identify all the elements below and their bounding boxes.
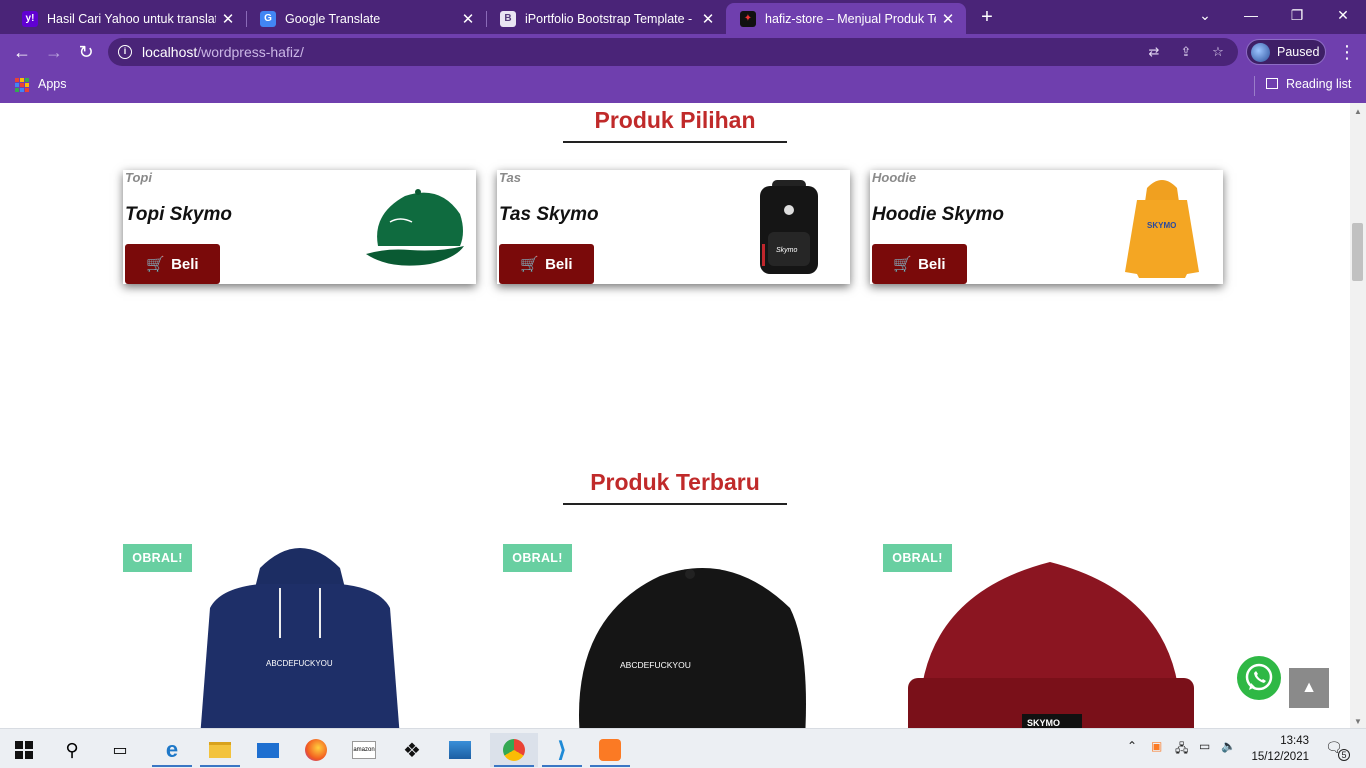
product-category[interactable]: Hoodie (872, 170, 916, 185)
bookmarks-bar: Apps Reading list (0, 70, 1366, 103)
cart-icon: 🛒 (893, 256, 913, 273)
whatsapp-icon[interactable] (1237, 656, 1281, 700)
profile-button[interactable]: Paused (1246, 39, 1326, 65)
cart-icon: 🛒 (520, 256, 540, 273)
address-bar[interactable]: i localhost/wordpress-hafiz/ ⇄ ⇪ ☆ (108, 38, 1238, 66)
section-title-latest: Produk Terbaru (590, 469, 760, 495)
battery-icon[interactable]: ▭ (1199, 739, 1210, 753)
svg-text:SKYMO: SKYMO (1027, 718, 1060, 728)
site-info-icon[interactable]: i (118, 45, 132, 59)
windows-taskbar: ⚲ ▭ e amazon ❖ ⟩ ⌃ ▣ 🖧 ▭ 🔈 13:43 15/12/2… (0, 728, 1366, 768)
product-card-tas: Tas Tas Skymo 🛒 Beli Skymo (497, 170, 850, 284)
tab-google-translate[interactable]: G Google Translate ✕ (246, 3, 487, 34)
close-tab-icon[interactable]: ✕ (696, 10, 720, 28)
cart-icon: 🛒 (146, 256, 166, 273)
notification-count-badge: 5 (1338, 749, 1350, 761)
amazon-icon[interactable]: amazon (340, 733, 388, 767)
menu-icon[interactable]: ⋮ (1338, 42, 1356, 62)
buy-button[interactable]: 🛒 Beli (125, 244, 220, 284)
tab-hafiz-store[interactable]: ✦ hafiz-store – Menjual Produk Terba ✕ (726, 3, 966, 34)
product-name[interactable]: Topi Skymo (125, 204, 232, 226)
reload-button[interactable]: ↻ (74, 40, 98, 64)
network-icon[interactable]: 🖧 (1175, 739, 1188, 760)
task-view-icon[interactable]: ▭ (96, 733, 144, 767)
sale-badge: OBRAL! (503, 544, 572, 572)
product-category[interactable]: Topi (125, 170, 152, 185)
xampp-tray-icon[interactable]: ▣ (1151, 739, 1162, 753)
reading-list-icon (1266, 78, 1278, 89)
edge-icon[interactable]: e (148, 733, 196, 767)
yahoo-icon: y! (22, 10, 38, 27)
buy-button[interactable]: 🛒 Beli (872, 244, 967, 284)
firefox-icon[interactable] (292, 733, 340, 767)
new-tab-button[interactable]: + (976, 6, 998, 28)
mail-icon[interactable] (244, 733, 292, 767)
avatar (1251, 43, 1270, 62)
scrollbar-thumb[interactable] (1352, 223, 1363, 281)
back-button[interactable]: ← (10, 40, 34, 64)
reading-list-button[interactable]: Reading list (1266, 77, 1351, 91)
title-underline (563, 503, 787, 505)
share-icon[interactable]: ⇪ (1178, 44, 1194, 60)
green-cap-image[interactable] (360, 174, 470, 280)
close-window-button[interactable]: ✕ (1320, 0, 1366, 32)
svg-text:Skymo: Skymo (776, 247, 798, 254)
search-icon[interactable]: ⚲ (48, 733, 96, 767)
apps-bookmark[interactable]: Apps (38, 77, 67, 91)
tab-strip: y! Hasil Cari Yahoo untuk translate ✕ G … (0, 0, 1366, 34)
page-scrollbar[interactable]: ▲ ▼ (1350, 103, 1366, 728)
volume-icon[interactable]: 🔈 (1221, 739, 1236, 753)
windows-start-icon[interactable] (0, 733, 48, 767)
apps-grid-icon[interactable] (15, 78, 29, 92)
black-backpack-image[interactable]: Skymo (734, 174, 844, 280)
google-translate-icon: G (260, 10, 276, 27)
section-title-featured: Produk Pilihan (594, 107, 756, 133)
system-clock[interactable]: 13:43 15/12/2021 (1249, 733, 1309, 765)
browser-toolbar: ← → ↻ i localhost/wordpress-hafiz/ ⇄ ⇪ ☆… (0, 34, 1366, 70)
close-tab-icon[interactable]: ✕ (216, 10, 240, 28)
close-tab-icon[interactable]: ✕ (936, 10, 960, 28)
buy-button[interactable]: 🛒 Beli (499, 244, 594, 284)
browser-chrome: y! Hasil Cari Yahoo untuk translate ✕ G … (0, 0, 1366, 103)
forward-button[interactable]: → (42, 40, 66, 64)
chevron-up-icon: ▲ (1301, 679, 1317, 696)
file-explorer-icon[interactable] (196, 733, 244, 767)
product-card-topi: Topi Topi Skymo 🛒 Beli (123, 170, 476, 284)
maximize-button[interactable]: ❐ (1274, 0, 1320, 32)
tab-search-chevron-icon[interactable]: ⌄ (1182, 0, 1228, 32)
bootstrap-icon: B (500, 10, 516, 27)
translate-icon[interactable]: ⇄ (1146, 44, 1162, 60)
scroll-up-icon[interactable]: ▲ (1354, 107, 1362, 116)
svg-text:SKYMO: SKYMO (1147, 221, 1176, 230)
xampp-icon[interactable] (586, 733, 634, 767)
product-category[interactable]: Tas (499, 170, 521, 185)
tab-iportfolio[interactable]: B iPortfolio Bootstrap Template - Ind ✕ (486, 3, 726, 34)
tab-yahoo[interactable]: y! Hasil Cari Yahoo untuk translate ✕ (8, 3, 247, 34)
orange-hoodie-image[interactable]: SKYMO (1107, 174, 1217, 280)
minimize-button[interactable]: — (1228, 0, 1274, 32)
close-tab-icon[interactable]: ✕ (456, 10, 480, 28)
store-icon: ✦ (740, 10, 756, 27)
scroll-down-icon[interactable]: ▼ (1354, 717, 1362, 726)
title-underline (563, 141, 787, 143)
chrome-icon[interactable] (490, 733, 538, 767)
scroll-to-top-button[interactable]: ▲ (1289, 668, 1329, 708)
sale-badge: OBRAL! (123, 544, 192, 572)
vscode-icon[interactable]: ⟩ (538, 733, 586, 767)
sale-badge: OBRAL! (883, 544, 952, 572)
chevron-up-icon[interactable]: ⌃ (1127, 739, 1137, 753)
product-name[interactable]: Tas Skymo (499, 204, 599, 226)
product-card-hoodie: Hoodie Hoodie Skymo 🛒 Beli SKYMO (870, 170, 1223, 284)
product-name[interactable]: Hoodie Skymo (872, 204, 1004, 226)
dropbox-icon[interactable]: ❖ (388, 733, 436, 767)
svg-text:ABCDEFUCKYOU: ABCDEFUCKYOU (620, 660, 691, 670)
page-content: Produk Pilihan Topi Topi Skymo 🛒 Beli Ta… (0, 103, 1350, 728)
photos-icon[interactable] (436, 733, 484, 767)
bookmark-star-icon[interactable]: ☆ (1210, 44, 1226, 60)
svg-text:ABCDEFUCKYOU: ABCDEFUCKYOU (266, 659, 333, 668)
